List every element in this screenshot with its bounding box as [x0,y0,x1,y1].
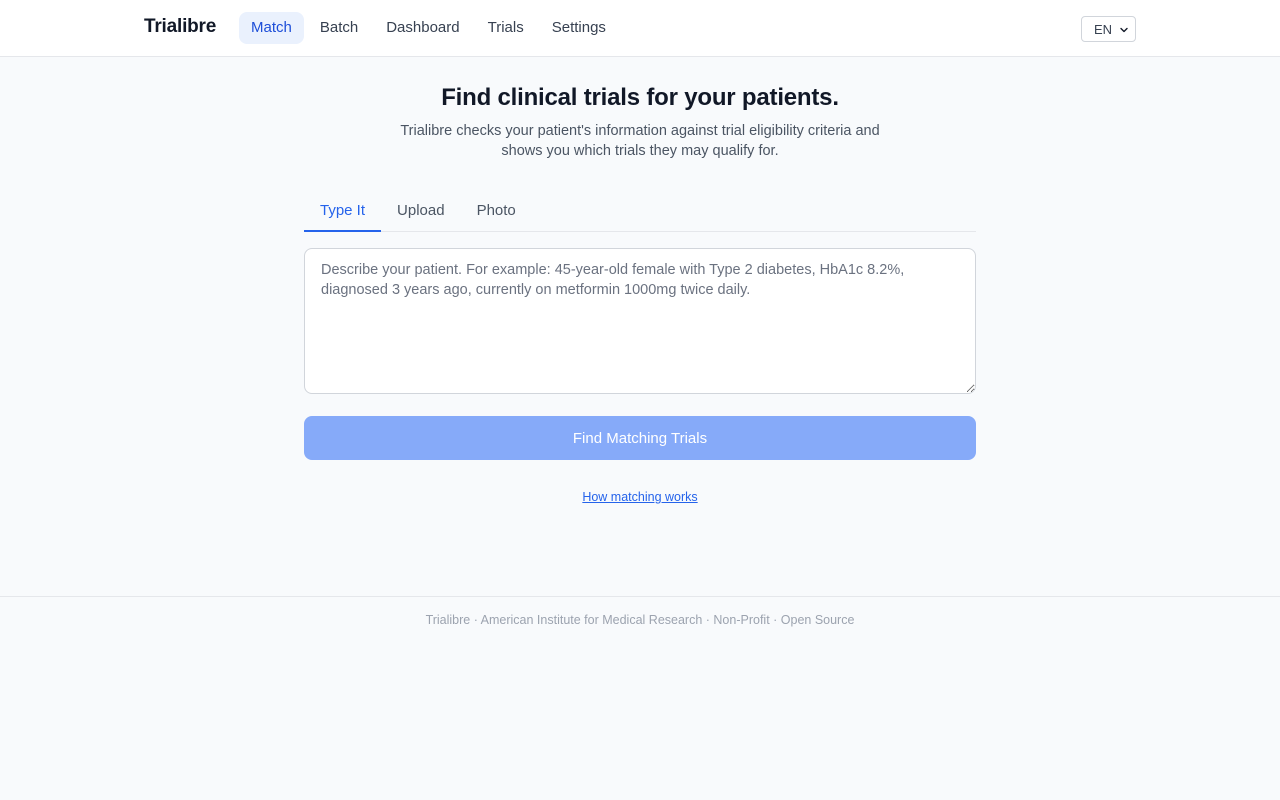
main-nav: Match Batch Dashboard Trials Settings [239,12,622,44]
input-mode-tabs: Type It Upload Photo [304,194,976,232]
how-matching-works-link[interactable]: How matching works [582,490,697,504]
page-subtitle: Trialibre checks your patient's informat… [400,123,880,159]
nav-settings[interactable]: Settings [540,12,618,44]
help-link-row: How matching works [0,490,1280,504]
nav-dashboard[interactable]: Dashboard [374,12,471,44]
nav-batch[interactable]: Batch [308,12,370,44]
chevron-down-icon [1120,27,1128,33]
footer: Trialibre · American Institute for Medic… [0,596,1280,646]
find-matching-trials-button[interactable]: Find Matching Trials [304,416,976,460]
page-title: Find clinical trials for your patients. [441,84,839,111]
nav-trials[interactable]: Trials [476,12,536,44]
patient-description-input[interactable] [304,248,976,394]
brand-logo[interactable]: Trialibre [144,16,216,38]
language-value: EN [1094,21,1113,37]
footer-text: Trialibre · American Institute for Medic… [425,613,855,627]
tab-upload[interactable]: Upload [381,194,461,232]
top-bar: Trialibre Match Batch Dashboard Trials S… [0,0,1280,57]
language-select[interactable]: EN [1081,16,1136,42]
tab-photo[interactable]: Photo [461,194,532,232]
nav-match[interactable]: Match [239,12,304,44]
tab-type-it[interactable]: Type It [304,194,382,232]
